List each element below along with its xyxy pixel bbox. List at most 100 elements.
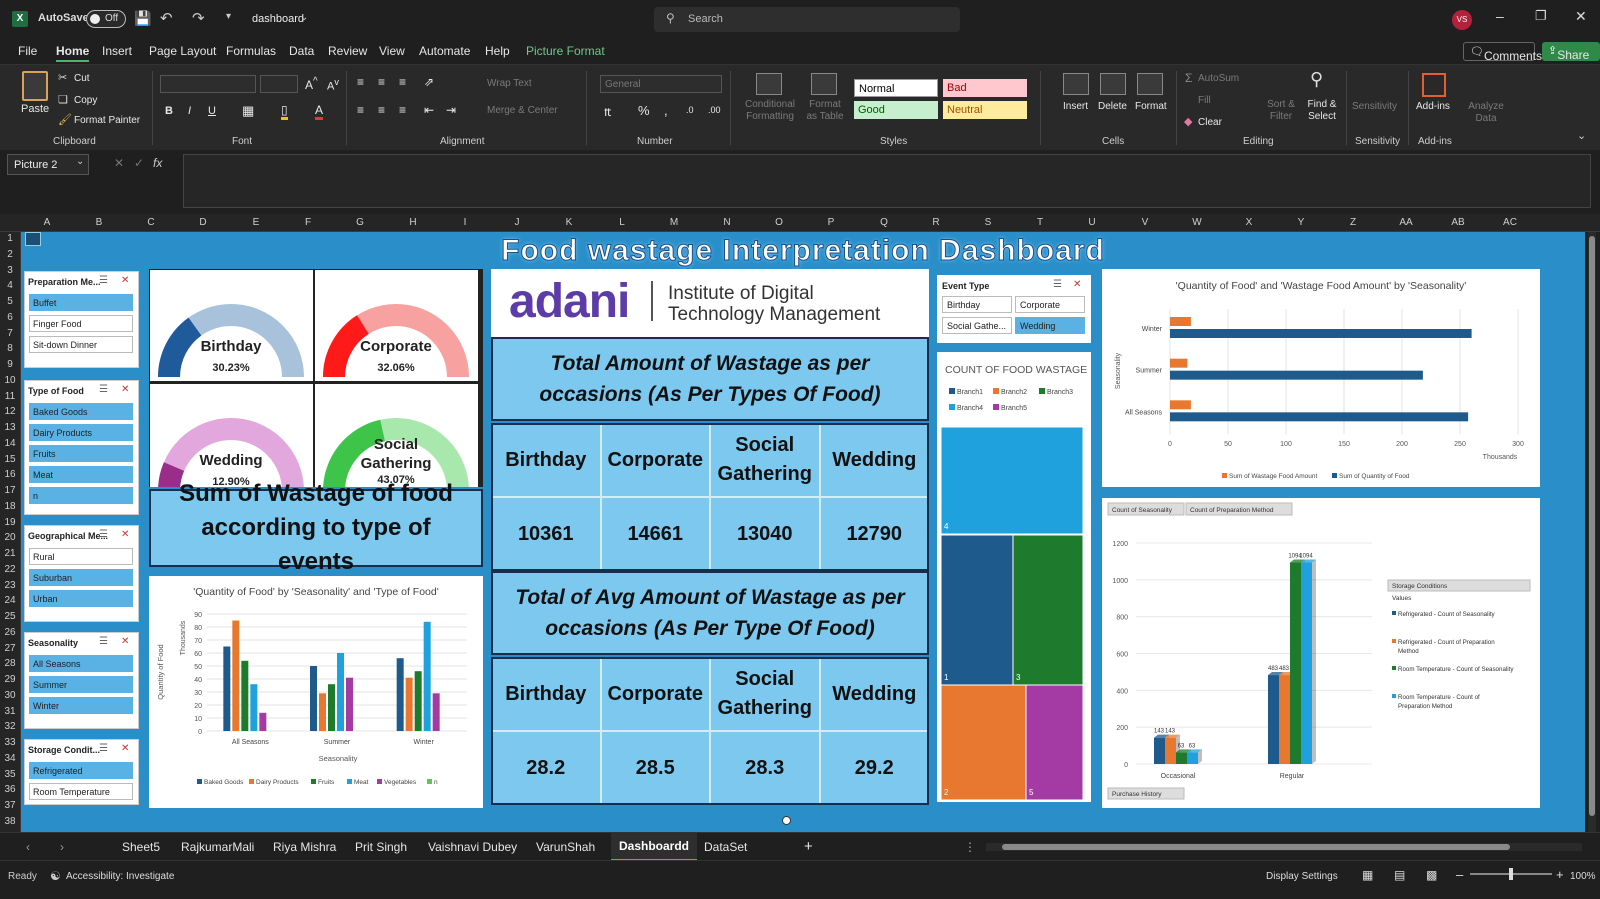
align-top-icon[interactable]: ≡ <box>357 75 364 89</box>
font-size-dropdown[interactable] <box>260 75 298 93</box>
slicer-item[interactable]: Baked Goods <box>29 403 133 420</box>
format-cells-icon[interactable] <box>1137 73 1163 95</box>
row-header[interactable]: 30 <box>0 690 20 701</box>
decrease-indent-icon[interactable]: ⇤ <box>424 103 434 117</box>
slicer-item[interactable]: Buffet <box>29 294 133 311</box>
analyze-data-button[interactable]: Analyze Data <box>1466 101 1506 125</box>
column-header[interactable]: P <box>821 217 841 228</box>
file-name[interactable]: dashboard <box>252 13 304 25</box>
save-icon[interactable]: 💾 <box>134 10 151 27</box>
tab-data[interactable]: Data <box>289 44 314 58</box>
conditional-formatting-button[interactable]: Conditional Formatting <box>738 99 802 123</box>
restore-icon[interactable]: ❐ <box>1535 8 1547 24</box>
row-header[interactable]: 23 <box>0 580 20 591</box>
column-header[interactable]: B <box>89 217 109 228</box>
font-color-icon[interactable]: A <box>315 103 324 120</box>
font-name-dropdown[interactable] <box>160 75 256 93</box>
underline-button[interactable]: U <box>208 105 216 117</box>
sheet-tab[interactable]: Dashboardd <box>611 833 698 861</box>
style-good[interactable]: Good <box>854 101 938 119</box>
filename-chevron-icon[interactable]: ⌄ <box>300 12 308 23</box>
undo-icon[interactable]: ↶ <box>160 9 173 27</box>
slicer-item[interactable]: All Seasons <box>29 655 133 672</box>
sheet-tab[interactable]: DataSet <box>704 840 747 854</box>
event-slicer-item[interactable]: Birthday <box>942 296 1012 313</box>
clear-filter-icon[interactable]: ✕ <box>121 529 129 540</box>
sheet-tab[interactable]: VarunShah <box>536 840 595 854</box>
slicer-item[interactable]: Rural <box>29 548 133 565</box>
delete-cells-icon[interactable] <box>1100 73 1126 95</box>
row-header[interactable]: 38 <box>0 816 20 827</box>
tab-options-icon[interactable]: ⋮ <box>964 840 976 854</box>
sheet-tab[interactable]: Riya Mishra <box>273 840 336 854</box>
minimize-icon[interactable]: – <box>1496 8 1504 24</box>
page-layout-view-icon[interactable]: ▤ <box>1394 868 1405 882</box>
clear-button[interactable]: Clear <box>1198 117 1222 128</box>
row-header[interactable]: 7 <box>0 328 20 339</box>
prev-sheet-icon[interactable]: ‹ <box>26 840 30 854</box>
enter-icon[interactable]: ✓ <box>134 156 144 170</box>
format-painter-button[interactable]: Format Painter <box>74 115 140 126</box>
event-slicer-item[interactable]: Social Gathe... <box>942 317 1012 334</box>
fill-button[interactable]: Fill <box>1198 95 1211 106</box>
row-header[interactable]: 17 <box>0 485 20 496</box>
tab-review[interactable]: Review <box>328 44 367 58</box>
format-as-table-icon[interactable] <box>811 73 837 95</box>
row-header[interactable]: 13 <box>0 422 20 433</box>
align-left-icon[interactable]: ≡ <box>357 103 364 117</box>
tab-file[interactable]: File <box>18 44 37 58</box>
vertical-scrollbar[interactable] <box>1588 232 1596 836</box>
row-header[interactable]: 21 <box>0 548 20 559</box>
slicer-item[interactable]: Winter <box>29 697 133 714</box>
row-header[interactable]: 12 <box>0 406 20 417</box>
column-header[interactable]: AA <box>1396 217 1416 228</box>
row-header[interactable]: 3 <box>0 265 20 276</box>
sheet-tab[interactable]: Prit Singh <box>355 840 407 854</box>
row-header[interactable]: 37 <box>0 800 20 811</box>
row-header[interactable]: 29 <box>0 674 20 685</box>
column-header[interactable]: S <box>978 217 998 228</box>
accessibility-status[interactable]: Accessibility: Investigate <box>66 871 174 882</box>
column-header[interactable]: F <box>298 217 318 228</box>
row-header[interactable]: 32 <box>0 721 20 732</box>
column-header[interactable]: I <box>455 217 475 228</box>
delete-cells-button[interactable]: Delete <box>1098 101 1127 112</box>
display-settings-button[interactable]: Display Settings <box>1266 871 1338 882</box>
format-as-table-button[interactable]: Format as Table <box>803 99 847 123</box>
add-sheet-icon[interactable]: + <box>804 838 813 855</box>
horizontal-scrollbar[interactable] <box>986 843 1582 851</box>
redo-icon[interactable]: ↷ <box>192 9 205 27</box>
tab-formulas[interactable]: Formulas <box>226 44 276 58</box>
tab-page-layout[interactable]: Page Layout <box>149 44 216 58</box>
tab-view[interactable]: View <box>379 44 405 58</box>
column-header[interactable]: E <box>246 217 266 228</box>
insert-cells-icon[interactable] <box>1063 73 1089 95</box>
cancel-icon[interactable]: ✕ <box>114 156 124 170</box>
row-header[interactable]: 24 <box>0 595 20 606</box>
slicer-item[interactable]: Meat <box>29 466 133 483</box>
find-select-button[interactable]: Find & Select <box>1304 99 1340 123</box>
add-ins-icon[interactable] <box>1422 73 1446 97</box>
row-header[interactable]: 14 <box>0 438 20 449</box>
slicer-item[interactable]: Refrigerated <box>29 762 133 779</box>
column-header[interactable]: M <box>664 217 684 228</box>
fill-color-icon[interactable]: ▯ <box>281 103 288 120</box>
align-bottom-icon[interactable]: ≡ <box>399 75 406 89</box>
comments-button[interactable]: 🗨 Comments <box>1463 42 1542 63</box>
copy-button[interactable]: Copy <box>74 95 97 106</box>
slicer-item[interactable]: Sit-down Dinner <box>29 336 133 353</box>
sheet-tab[interactable]: Vaishnavi Dubey <box>428 840 517 854</box>
slicer-item[interactable]: Fruits <box>29 445 133 462</box>
orientation-icon[interactable]: ⇗ <box>424 75 434 89</box>
column-header[interactable]: O <box>769 217 789 228</box>
tab-insert[interactable]: Insert <box>102 44 132 58</box>
formula-input[interactable] <box>183 154 1591 208</box>
multi-select-icon[interactable]: ☰ <box>99 384 108 395</box>
clear-filter-icon[interactable]: ✕ <box>121 743 129 754</box>
row-header[interactable]: 10 <box>0 375 20 386</box>
column-header[interactable]: Y <box>1291 217 1311 228</box>
paste-button[interactable]: Paste <box>21 103 49 115</box>
share-button[interactable]: ⇪ Share <box>1542 42 1600 62</box>
page-break-view-icon[interactable]: ▩ <box>1426 868 1437 882</box>
bold-button[interactable]: B <box>165 105 173 117</box>
